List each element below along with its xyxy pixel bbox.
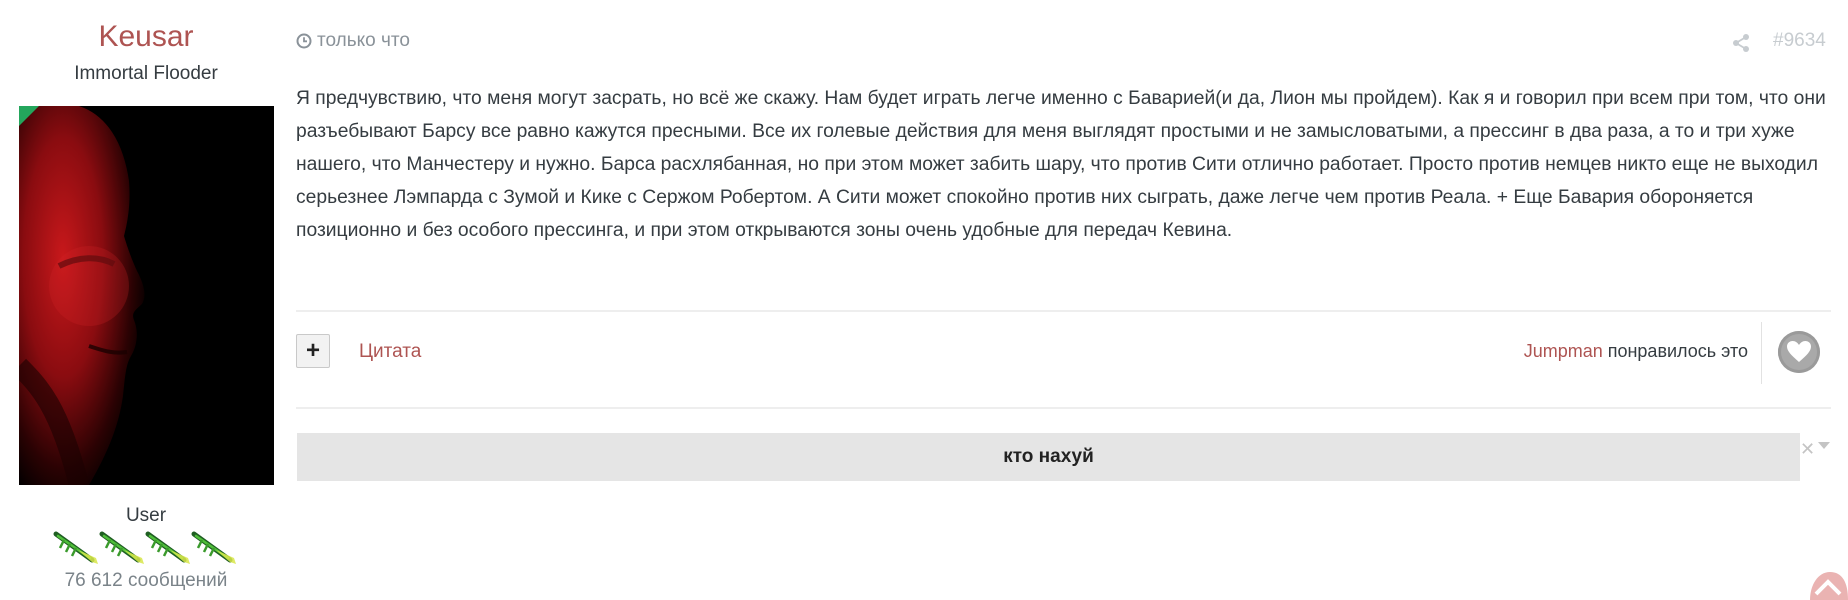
clock-icon (296, 33, 312, 49)
author-title: Immortal Flooder (74, 63, 218, 84)
author-post-count[interactable]: 76 612 сообщений (0, 570, 292, 592)
rank-icon (191, 531, 236, 564)
likes-separator (1761, 322, 1762, 384)
rank-icons (52, 530, 242, 566)
post-body: Я предчувствию, что меня могут засрать, … (296, 88, 1826, 241)
share-icon[interactable] (1731, 33, 1751, 53)
signature: кто нахуй (297, 433, 1800, 481)
heart-icon (1787, 341, 1811, 362)
post-time[interactable]: только что (317, 30, 410, 52)
author-name[interactable]: Keusar (0, 20, 292, 54)
author-group: User (125, 505, 167, 526)
multiquote-button[interactable]: + (296, 334, 330, 368)
scroll-top-icon[interactable] (1808, 570, 1848, 600)
chevron-down-icon[interactable] (1818, 442, 1830, 449)
avatar-image (19, 106, 274, 485)
close-icon[interactable]: ✕ (1800, 439, 1815, 460)
post-number[interactable]: #9634 (1773, 30, 1826, 52)
divider (296, 407, 1831, 409)
likes-summary: Jumpman понравилось это (1517, 341, 1748, 362)
post-meta: только что (296, 30, 410, 52)
quote-button[interactable]: Цитата (359, 341, 421, 363)
rank-icon (145, 531, 190, 564)
divider (296, 310, 1831, 312)
rank-icon (99, 531, 144, 564)
liker-link[interactable]: Jumpman (1524, 341, 1603, 361)
rank-icon (53, 531, 98, 564)
avatar[interactable] (19, 106, 274, 485)
like-button[interactable] (1778, 331, 1820, 373)
online-badge (19, 106, 39, 126)
likes-text: понравилось это (1602, 341, 1748, 361)
